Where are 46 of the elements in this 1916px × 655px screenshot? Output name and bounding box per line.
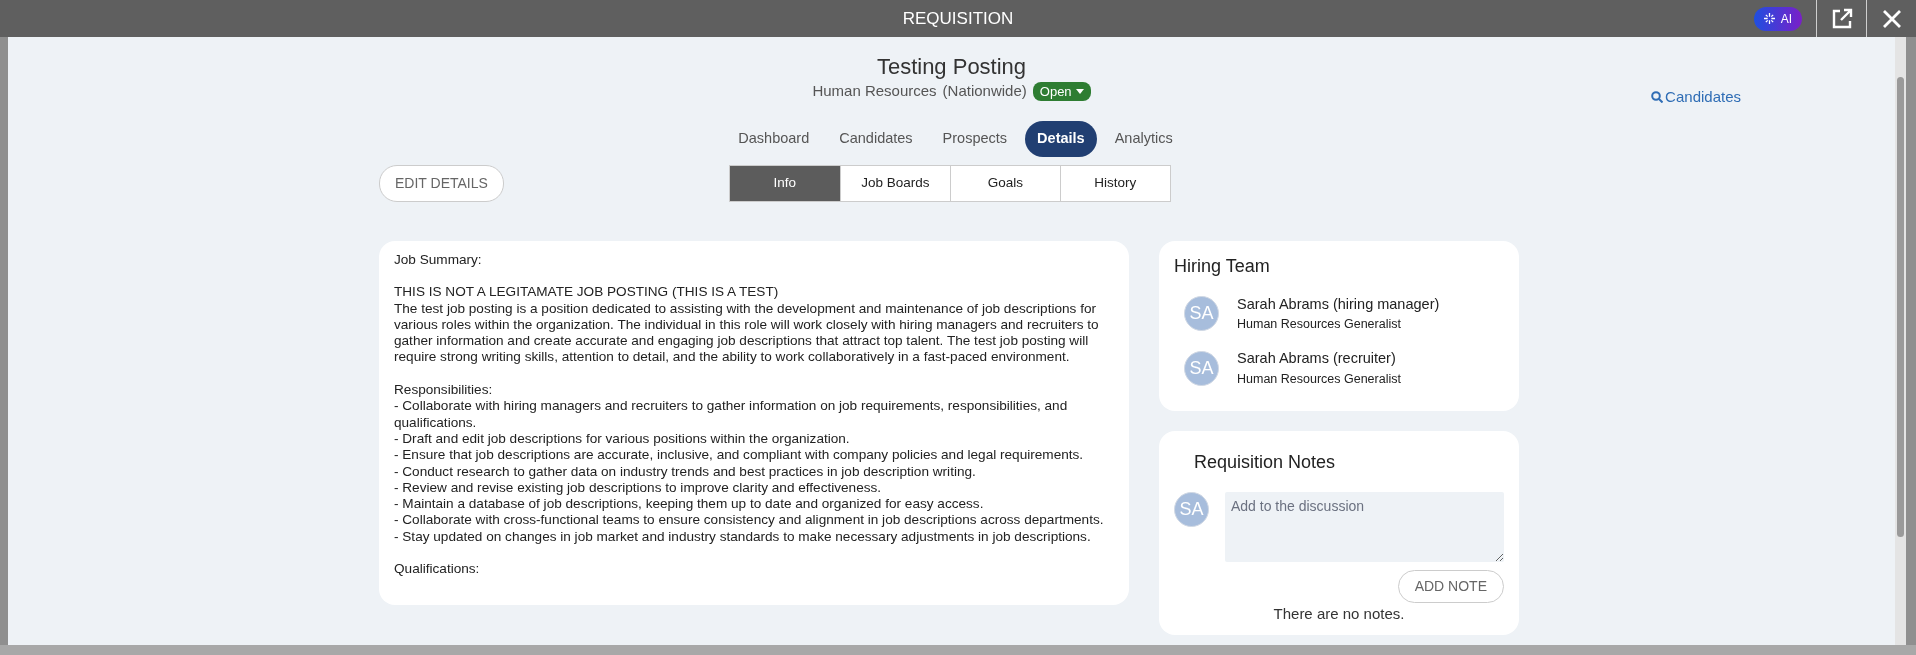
description-line: - Draft and edit job descriptions for various positions within the organization. <box>394 430 851 448</box>
segment-tab[interactable]: Goals <box>949 165 1060 201</box>
description-line: - Stay updated on changes in job market and industry standards to make necessary adjustments in job descriptions. <box>394 528 1092 545</box>
search-icon <box>1651 91 1664 104</box>
description-line: - Review and revise existing job descriptions to improve clarity and effectiveness. <box>394 479 883 497</box>
edit-details-button[interactable]: EDIT DETAILS <box>379 164 504 202</box>
member-role: Human Resources Generalist <box>1237 316 1402 334</box>
avatar: SA <box>1184 350 1219 386</box>
nav-tab[interactable]: Analytics <box>1102 120 1185 157</box>
window-title: REQUISITION <box>902 7 1014 30</box>
description-line: Qualifications: <box>394 561 481 578</box>
nav-tab[interactable]: Prospects <box>930 120 1020 157</box>
department-text: Human Resources <box>812 81 937 102</box>
nav-tab[interactable]: Candidates <box>827 120 925 157</box>
ai-button[interactable]: AI <box>1753 6 1802 31</box>
caret-icon <box>1075 89 1084 95</box>
status-dropdown[interactable]: Open <box>1032 81 1091 102</box>
empty-notes-text: There are no notes. <box>1272 604 1406 623</box>
card-title: Hiring Team <box>1174 254 1271 278</box>
nav-tab[interactable]: Dashboard <box>726 120 822 157</box>
scrollbar[interactable] <box>1895 37 1906 645</box>
card-title: Requisition Notes <box>1193 450 1337 474</box>
description-line: Responsibilities: <box>394 382 494 399</box>
member-role: Human Resources Generalist <box>1237 370 1401 388</box>
note-input-field[interactable]: Add to the discussion <box>1225 491 1504 562</box>
candidates-link[interactable]: Candidates <box>1651 86 1741 109</box>
member-name: Sarah Abrams (recruiter) <box>1237 349 1397 369</box>
posting-title: Testing Posting <box>875 54 1028 81</box>
description-line: - Ensure that job descriptions are accurate, inclusive, and compliant with company policies and legal requirements. <box>394 447 1085 464</box>
nav-tab[interactable]: Details <box>1025 120 1097 157</box>
segment-tab[interactable]: Info <box>729 165 840 201</box>
description-line: THIS IS NOT A LEGITAMATE JOB POSTING (THIS IS A TEST) <box>394 284 780 301</box>
description-line: The test job posting is a position dedicated to assisting with the development and maintenance of job descriptions for various roles within the organization. The individual in this role will work closely with hiring managers and recruiters to gather information and create accurate and engaging job descriptions that attract top talent. The test job posting will require strong writing skills, attention to detail, and the ability to work collaboratively in a fast-paced environment. <box>394 300 1100 366</box>
segment-tab[interactable]: Job Boards <box>839 165 950 201</box>
description-line: - Collaborate with cross-functional teams to ensure consistency and alignment in job descriptions across departments. <box>394 512 1105 529</box>
description-line: - Maintain a database of job descriptions, keeping them up to date and organized for easy access. <box>394 496 985 513</box>
avatar: SA <box>1174 491 1209 527</box>
location-text: (Nationwide) <box>942 81 1027 102</box>
avatar: SA <box>1184 296 1219 332</box>
member-name: Sarah Abrams (hiring manager) <box>1237 294 1440 314</box>
add-note-button[interactable]: ADD NOTE <box>1397 569 1504 603</box>
segment-tab[interactable]: History <box>1059 165 1170 201</box>
description-line: - Collaborate with hiring managers and recruiters to gather information on job requirements, responsibilities, and qualifications. <box>394 398 1069 431</box>
description-line: Job Summary: <box>394 251 483 268</box>
sparkle-icon <box>1763 13 1775 24</box>
description-line: - Conduct research to gather data on industry trends and best practices in job description writing. <box>394 463 977 480</box>
